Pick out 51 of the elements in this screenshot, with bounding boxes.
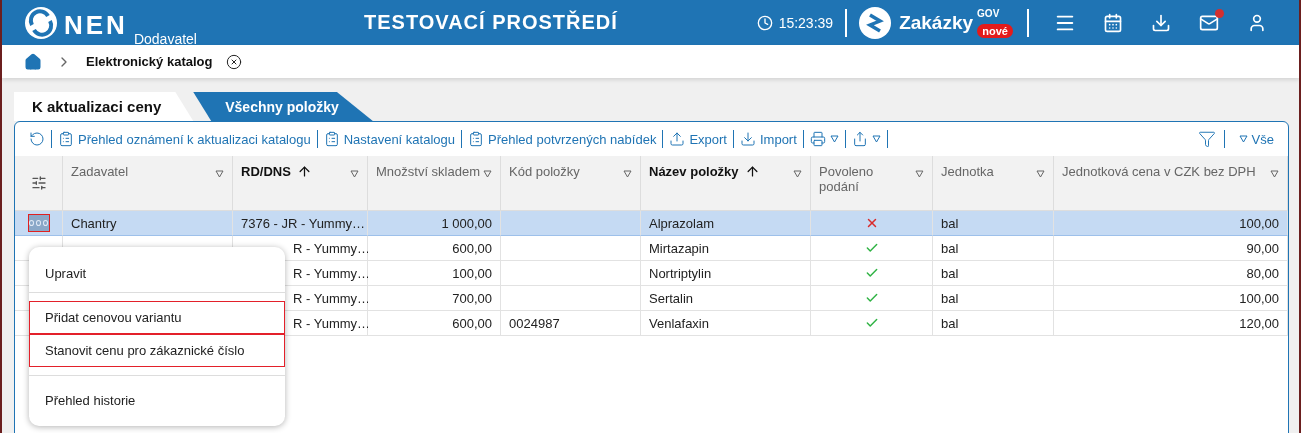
table-cell: 100,00 (1054, 286, 1288, 311)
table-cell: 120,00 (1054, 311, 1288, 336)
table-cell: Venlafaxin (641, 311, 811, 336)
column-header[interactable]: Povoleno podání (811, 156, 933, 211)
environment-title: TESTOVACÍ PROSTŘEDÍ (364, 11, 619, 34)
table-cell: 1 000,00 (368, 211, 501, 236)
table-cell: bal (933, 261, 1054, 286)
table-cell: 100,00 (1054, 211, 1288, 236)
table-cell: Alprazolam (641, 211, 811, 236)
table-cell: bal (933, 286, 1054, 311)
table-cell: bal (933, 311, 1054, 336)
table-cell: Nortriptylin (641, 261, 811, 286)
toolbar-button[interactable]: Nastavení katalogu (317, 131, 461, 147)
brand-name: NEN (64, 9, 128, 40)
table-cell: Mirtazapin (641, 236, 811, 261)
column-header[interactable]: Množství skladem (368, 156, 501, 211)
filter-dropdown[interactable]: Vše (1232, 131, 1280, 147)
table-cell: 700,00 (368, 286, 501, 311)
column-header[interactable]: Zadavatel (63, 156, 233, 211)
menu-item[interactable]: Stanovit cenu pro zákaznické číslo (29, 334, 285, 367)
menu-item[interactable]: Přehled historie (29, 384, 285, 417)
table-cell: Sertalin (641, 286, 811, 311)
portal-superscript: GOV (977, 8, 1000, 19)
breadcrumb-item[interactable]: Elektronický katalog (86, 54, 213, 69)
clock-time: 15:23:39 (778, 14, 834, 31)
table-cell: 600,00 (368, 311, 501, 336)
toolbar-button[interactable]: Přehled potvrzených nabídek (462, 131, 663, 147)
column-header[interactable]: Jednotková cena v CZK bez DPH (1054, 156, 1288, 211)
tab[interactable]: Všechny položky (193, 92, 373, 121)
column-header[interactable]: RD/DNS (233, 156, 368, 211)
menu-item[interactable]: Přidat cenovou variantu (29, 301, 285, 334)
table-cell: 100,00 (368, 261, 501, 286)
table-cell: bal (933, 236, 1054, 261)
table-cell: 0024987 (501, 311, 641, 336)
column-header[interactable]: Jednotka (933, 156, 1054, 211)
table-cell: 7376 - JR - Yummy… (233, 211, 368, 236)
table-cell: 80,00 (1054, 261, 1288, 286)
table-cell: Chantry (63, 211, 233, 236)
table-cell: 90,00 (1054, 236, 1288, 261)
menu-item[interactable]: Upravit (29, 257, 285, 290)
column-header[interactable]: Kód položky (501, 156, 641, 211)
tab[interactable]: K aktualizaci ceny (14, 92, 194, 121)
toolbar-button[interactable]: Přehled oznámení k aktualizaci katalogu (52, 131, 317, 147)
table-cell: 600,00 (368, 236, 501, 261)
toolbar-button[interactable]: Export (663, 131, 733, 147)
column-header[interactable]: Název položky (641, 156, 811, 211)
new-badge: nové (977, 23, 1013, 38)
table-cell: bal (933, 211, 1054, 236)
portal-name: Zakázky (899, 11, 974, 34)
toolbar-button[interactable]: Import (733, 131, 803, 147)
brand-subtitle: Dodavatel (133, 31, 197, 46)
